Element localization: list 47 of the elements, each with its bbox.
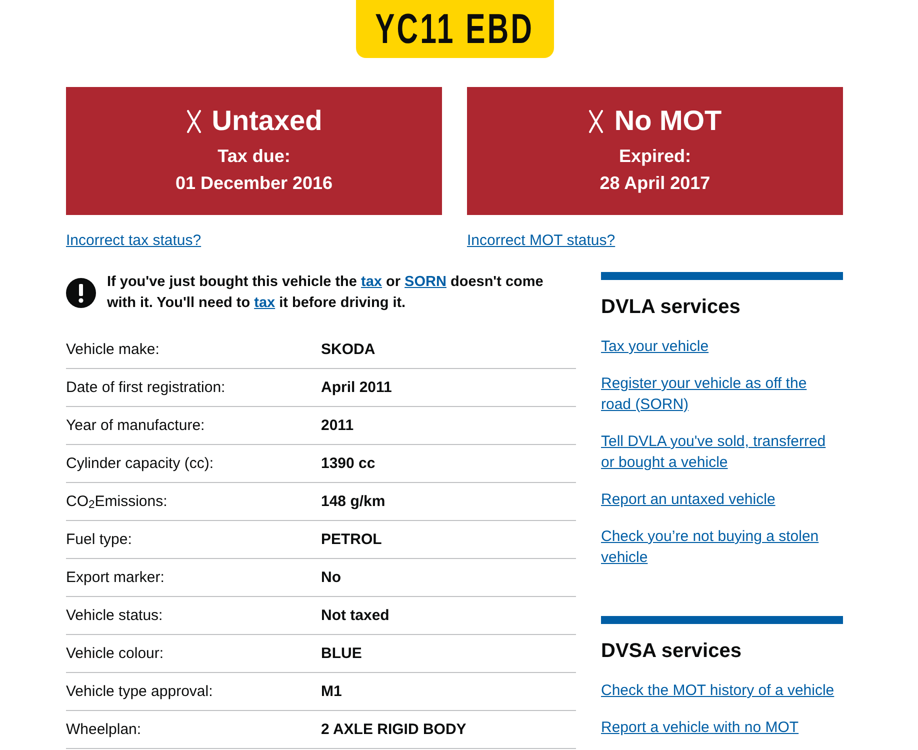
detail-label: Vehicle status: — [66, 606, 164, 626]
inline-link[interactable]: tax — [361, 274, 382, 290]
status-date: 28 April 2017 — [600, 172, 710, 195]
service-link[interactable]: Register your vehicle as off the road (SORN) — [601, 373, 837, 415]
detail-label: CO$_{2}$Emissions: — [66, 492, 168, 512]
status-date: 01 December 2016 — [175, 172, 333, 195]
detail-value: 1390 cc — [321, 454, 376, 474]
registration-number: YC11 EBD — [375, 8, 534, 50]
warning-text: If you've just bought this vehicle the tax or SORN doesn't come with it. You'll need to tax it before driving it. — [107, 273, 544, 313]
detail-value: 2011 — [321, 416, 354, 436]
service-link[interactable]: Tax your vehicle — [601, 336, 709, 357]
service-link[interactable]: Tell DVLA you've sold, transferred or bought a vehicle — [601, 431, 837, 473]
detail-label: Year of manufacture: — [66, 416, 206, 436]
service-link[interactable]: Report an untaxed vehicle — [601, 489, 776, 510]
service-link[interactable]: Report a vehicle with no MOT — [601, 717, 799, 738]
service-link[interactable]: Check you’re not buying a stolen vehicle — [601, 526, 837, 568]
detail-label: Fuel type: — [66, 530, 133, 550]
inline-link[interactable]: SORN — [404, 274, 446, 290]
section-heading: DVSA services — [601, 639, 742, 664]
detail-value: April 2011 — [321, 378, 392, 398]
detail-value: 148 g/km — [321, 492, 386, 512]
status-label: Tax due: — [218, 145, 290, 168]
detail-label: Cylinder capacity (cc): — [66, 454, 215, 474]
detail-label: Vehicle make: — [66, 340, 160, 360]
status-label: Expired: — [618, 145, 692, 168]
status-title: Untaxed — [212, 104, 322, 138]
warning-icon — [66, 278, 96, 308]
incorrect-status-link[interactable]: Incorrect tax status? — [66, 231, 202, 251]
inline-link[interactable]: tax — [254, 295, 276, 311]
cross-icon — [186, 110, 202, 132]
detail-value: SKODA — [321, 340, 376, 360]
detail-label: Vehicle type approval: — [66, 682, 214, 702]
detail-value: No — [321, 568, 341, 588]
detail-label: Wheelplan: — [66, 720, 142, 740]
incorrect-status-link[interactable]: Incorrect MOT status? — [467, 231, 616, 251]
detail-label: Export marker: — [66, 568, 166, 588]
detail-value: Not taxed — [321, 606, 390, 626]
detail-value: PETROL — [321, 530, 382, 550]
detail-value: BLUE — [321, 644, 362, 664]
detail-label: Date of first registration: — [66, 378, 226, 398]
detail-value: M1 — [321, 682, 342, 702]
status-title: No MOT — [614, 104, 722, 138]
cross-icon — [588, 110, 604, 132]
detail-value: 2 AXLE RIGID BODY — [321, 720, 466, 740]
section-heading: DVLA services — [601, 295, 742, 320]
service-link[interactable]: Check the MOT history of a vehicle — [601, 680, 834, 701]
detail-label: Vehicle colour: — [66, 644, 165, 664]
